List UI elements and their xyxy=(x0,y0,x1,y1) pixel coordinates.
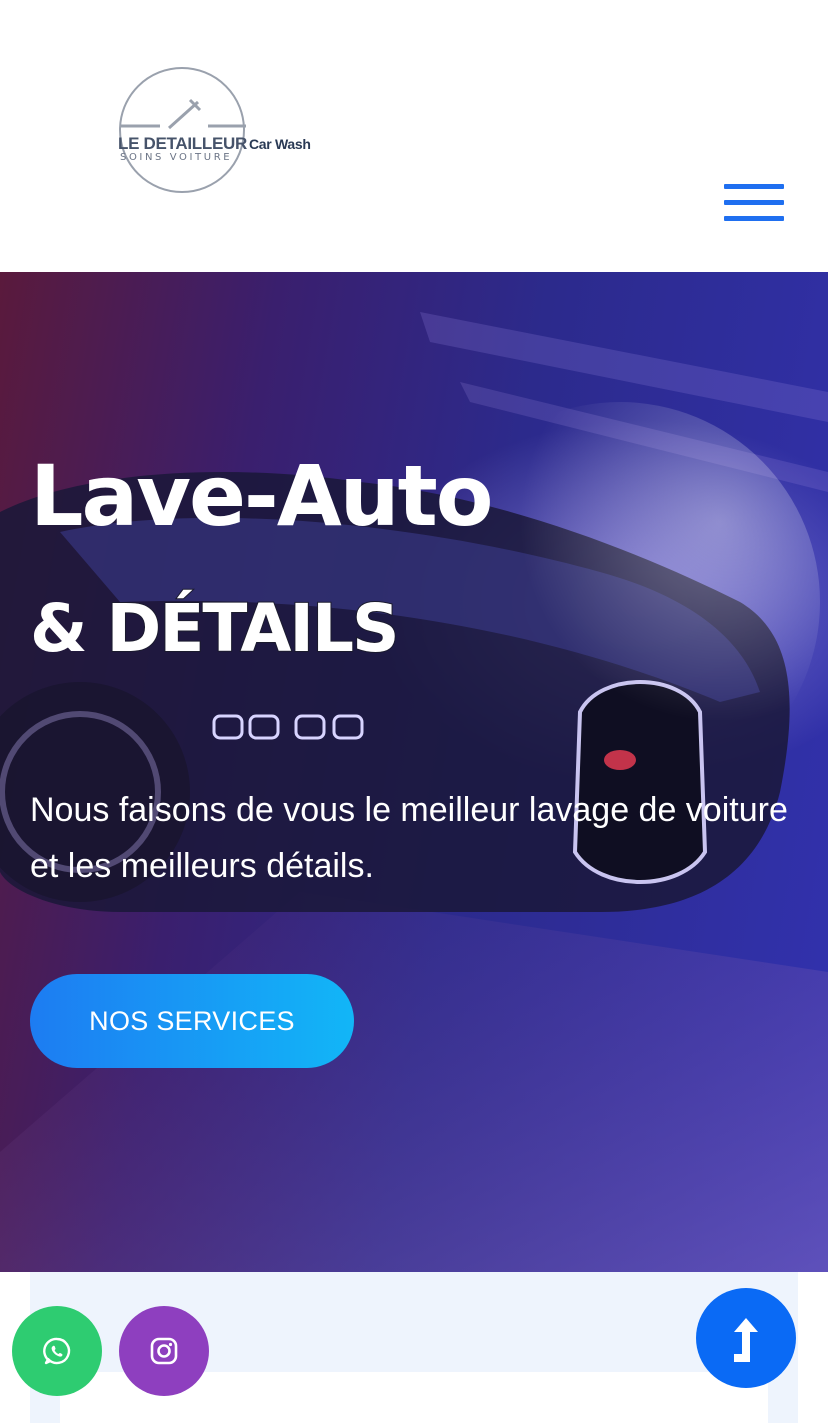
logo-suffix: Car Wash xyxy=(248,136,311,152)
services-button[interactable]: NOS SERVICES xyxy=(30,974,354,1068)
instagram-button[interactable] xyxy=(119,1306,209,1396)
menu-bar xyxy=(724,216,784,221)
logo-tagline: SOINS VOITURE xyxy=(120,152,233,163)
site-header: LE DETAILLEUR Car Wash SOINS VOITURE xyxy=(0,0,828,272)
hero-subtitle-outline: DÉTAILS xyxy=(106,590,401,667)
arrow-up-icon xyxy=(734,1318,758,1362)
logo-emblem xyxy=(119,67,246,193)
scroll-to-top-button[interactable] xyxy=(696,1288,796,1388)
hero-car-image xyxy=(0,312,828,1272)
hero-subtitle: & DÉTAILS xyxy=(30,595,401,663)
hero-description: Nous faisons de vous le meilleur lavage … xyxy=(30,791,788,885)
hamburger-menu-icon[interactable] xyxy=(718,178,790,228)
logo-name: LE DETAILLEUR xyxy=(118,134,247,153)
hero-section: Lave-Auto & DÉTAILS Nous faisons de vous… xyxy=(0,272,828,1272)
whatsapp-button[interactable] xyxy=(12,1306,102,1396)
menu-bar xyxy=(724,184,784,189)
menu-bar xyxy=(724,200,784,205)
instagram-icon xyxy=(150,1337,178,1365)
site-logo[interactable]: LE DETAILLEUR Car Wash SOINS VOITURE xyxy=(114,62,334,202)
hero-title: Lave-Auto xyxy=(30,447,493,545)
whatsapp-icon xyxy=(43,1337,71,1365)
hero-subtitle-prefix: & xyxy=(30,590,88,667)
